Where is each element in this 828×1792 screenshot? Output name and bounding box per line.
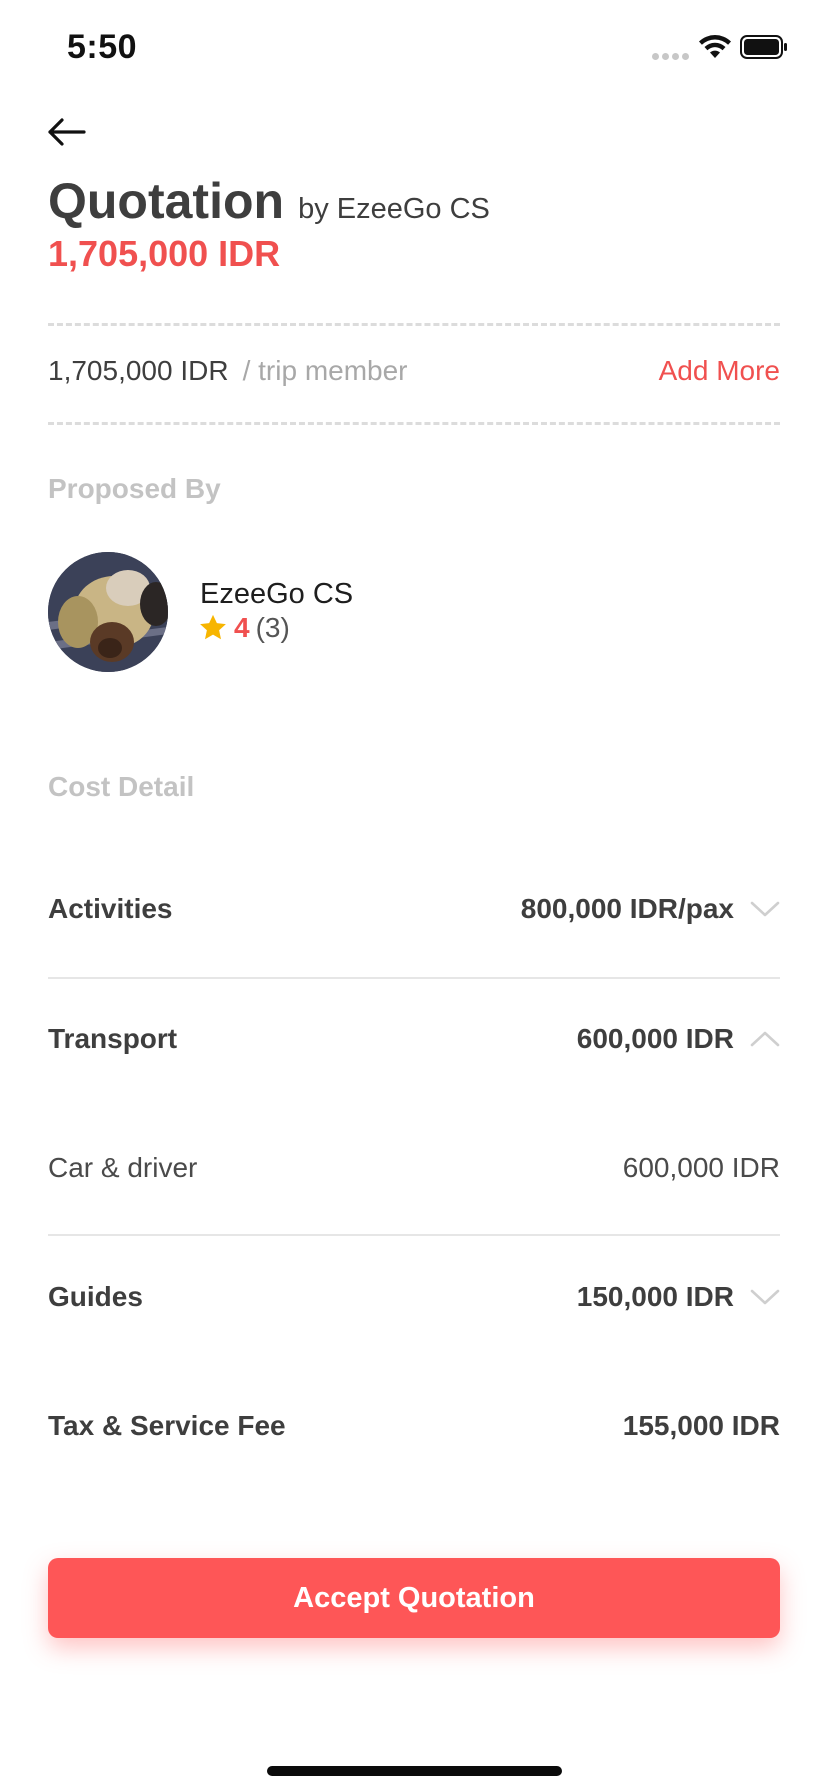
rating-value: 4 <box>234 612 250 643</box>
dashed-divider <box>48 323 780 326</box>
cost-item-transport[interactable]: Transport 600,000 IDR <box>48 1023 780 1055</box>
cost-item-label: Transport <box>48 1023 178 1054</box>
avatar-image <box>48 552 168 672</box>
proposer-name: EzeeGo CS <box>200 578 354 610</box>
cost-item-value: 800,000 IDR/pax <box>520 893 734 924</box>
page-title: Quotation <box>48 173 285 229</box>
accept-quotation-button[interactable]: Accept Quotation <box>48 1558 780 1638</box>
cost-item-label: Activities <box>48 893 173 924</box>
cost-sub-item-car-driver: Car & driver 600,000 IDR <box>48 1152 780 1184</box>
row-divider <box>48 977 780 979</box>
avatar[interactable] <box>48 552 168 672</box>
chevron-down-icon[interactable] <box>750 1288 780 1306</box>
quotation-author: by EzeeGo CS <box>298 193 490 225</box>
cellular-signal-icon <box>652 53 690 61</box>
proposer-rating: 4 (3) <box>198 612 290 644</box>
per-member-row: 1,705,000 IDR / trip member Add More <box>48 355 780 387</box>
dashed-divider <box>48 422 780 425</box>
page-header: Quotation by EzeeGo CS <box>48 172 490 230</box>
cost-item-label: Tax & Service Fee <box>48 1410 286 1441</box>
cost-item-activities[interactable]: Activities 800,000 IDR/pax <box>48 893 780 925</box>
chevron-up-icon[interactable] <box>750 1030 780 1048</box>
star-icon <box>200 614 226 640</box>
cost-item-value: 155,000 IDR <box>622 1410 780 1441</box>
cost-sub-item-value: 600,000 IDR <box>622 1152 780 1183</box>
proposed-by-label: Proposed By <box>48 473 221 504</box>
per-member-unit: / trip member <box>242 355 408 386</box>
rating-count: (3) <box>255 612 290 643</box>
cost-item-label: Guides <box>48 1281 143 1312</box>
add-more-button[interactable]: Add More <box>659 355 780 387</box>
row-divider <box>48 1234 780 1236</box>
back-arrow-icon[interactable] <box>44 112 88 152</box>
cost-detail-label: Cost Detail <box>48 771 195 802</box>
cost-sub-item-label: Car & driver <box>48 1152 198 1183</box>
per-member-price: 1,705,000 IDR <box>48 355 229 386</box>
chevron-down-icon[interactable] <box>750 900 780 918</box>
cost-item-value: 150,000 IDR <box>576 1281 734 1312</box>
quotation-total: 1,705,000 IDR <box>48 233 281 274</box>
home-indicator[interactable] <box>267 1766 562 1776</box>
cost-item-tax-service-fee: Tax & Service Fee 155,000 IDR <box>48 1410 780 1442</box>
battery-icon <box>740 35 787 59</box>
status-time: 5:50 <box>67 28 138 66</box>
cost-item-value: 600,000 IDR <box>576 1023 734 1054</box>
cost-item-guides[interactable]: Guides 150,000 IDR <box>48 1281 780 1313</box>
wifi-icon <box>699 35 731 58</box>
